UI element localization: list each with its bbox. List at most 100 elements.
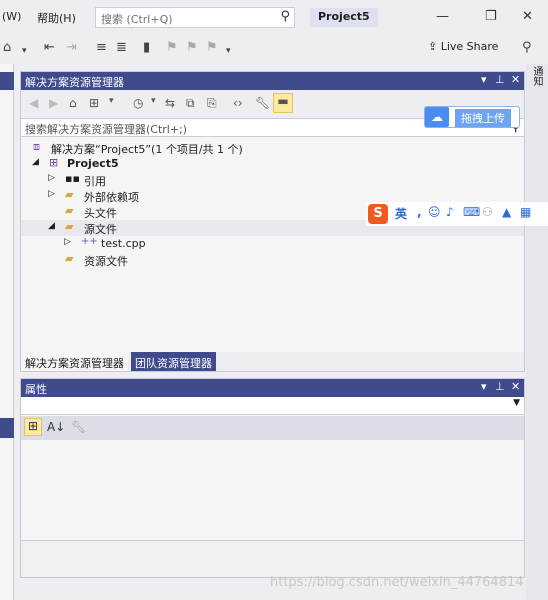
- ime-toolbar: S 英 , ☺ ♪ ⌨ ⚇ ▲ ▦: [366, 202, 548, 226]
- expand-arrow-icon[interactable]: ▷: [48, 189, 55, 199]
- tab-solution-explorer[interactable]: 解决方案资源管理器: [21, 352, 128, 371]
- pin-icon[interactable]: ⊥: [495, 73, 505, 86]
- toolbox-icon[interactable]: ▦: [520, 205, 531, 219]
- window-position-icon[interactable]: ▾: [481, 73, 487, 86]
- expand-arrow-icon[interactable]: ▷: [64, 237, 71, 247]
- explorer-tab-strip: 解决方案资源管理器 团队资源管理器: [21, 352, 524, 371]
- indent-icon[interactable]: ⇤: [44, 40, 55, 55]
- expand-arrow-icon[interactable]: ◢: [32, 157, 39, 167]
- minimize-icon[interactable]: —: [436, 9, 449, 24]
- punctuation-icon[interactable]: ,: [417, 205, 422, 219]
- properties-toolbar: ⊞ A↓ 🔧︎: [21, 416, 524, 440]
- outdent-icon[interactable]: ⇥: [66, 40, 77, 55]
- expand-arrow-icon[interactable]: ◢: [48, 221, 55, 231]
- cpp-file-icon: ++: [81, 236, 98, 247]
- comment-icon[interactable]: ≡: [96, 40, 107, 55]
- close-icon[interactable]: ✕: [511, 73, 520, 86]
- back-icon[interactable]: ◀: [29, 96, 38, 110]
- prev-bookmark-icon[interactable]: ⚑: [166, 40, 178, 55]
- view-code-icon[interactable]: ‹›: [233, 96, 243, 110]
- search-input[interactable]: 搜索 (Ctrl+Q) ⚲: [95, 7, 295, 28]
- sync-icon[interactable]: ⇆: [165, 96, 175, 110]
- tree-item-label: 资源文件: [84, 255, 128, 268]
- upload-widget[interactable]: ☁ 拖拽上传: [424, 106, 520, 128]
- property-pages-wrench-icon[interactable]: 🔧︎: [71, 420, 86, 434]
- properties-object-select[interactable]: ▼: [21, 397, 524, 415]
- bookmark-icon[interactable]: ▮: [143, 40, 150, 55]
- left-dock-header: [0, 72, 14, 90]
- chevron-down-icon[interactable]: ▾: [22, 46, 27, 56]
- user-icon[interactable]: ⚇: [482, 205, 493, 219]
- tree-item-label: 解决方案“Project5”(1 个项目/共 1 个): [51, 143, 243, 156]
- expand-arrow-icon[interactable]: ▷: [48, 173, 55, 183]
- search-icon[interactable]: ⚲: [280, 9, 290, 24]
- tree-item-label: 源文件: [84, 223, 117, 236]
- tree-item-project[interactable]: ◢ ⊞ Project5: [21, 156, 524, 172]
- tree-item-references[interactable]: ▷ ▪▪ 引用: [21, 172, 524, 188]
- collapse-all-icon[interactable]: ⧉: [186, 96, 195, 111]
- forward-icon[interactable]: ▶: [49, 96, 58, 110]
- watermark-text: https://blog.csdn.net/weixin_44764814: [270, 575, 524, 590]
- preview-selected-icon[interactable]: ▬: [273, 93, 293, 113]
- categorized-icon[interactable]: ⊞: [24, 418, 42, 436]
- solution-explorer-title: 解决方案资源管理器: [25, 76, 124, 89]
- uncomment-icon[interactable]: ≣: [116, 40, 127, 55]
- filter-folder-icon: ▰: [65, 204, 74, 217]
- solution-tree: ⧈ 解决方案“Project5”(1 个项目/共 1 个) ◢ ⊞ Projec…: [21, 138, 524, 352]
- emoji-icon[interactable]: ☺: [428, 205, 441, 219]
- tree-item-label: 外部依赖项: [84, 191, 139, 204]
- chevron-down-icon[interactable]: ▼: [513, 398, 520, 408]
- solution-explorer-header: 解决方案资源管理器 ▾ ⊥ ✕: [21, 72, 524, 90]
- project-title: Project5: [310, 8, 378, 27]
- close-icon[interactable]: ✕: [511, 380, 520, 393]
- solution-icon: ⧈: [33, 140, 40, 153]
- toolbar-overflow-icon[interactable]: ▾: [226, 46, 231, 56]
- pending-changes-icon[interactable]: ◷: [133, 96, 143, 110]
- menu-window[interactable]: (W): [2, 10, 21, 23]
- window-position-icon[interactable]: ▾: [481, 380, 487, 393]
- home-icon[interactable]: ⌂: [3, 40, 11, 55]
- cloud-icon: ☁: [425, 107, 449, 127]
- properties-header: 属性 ▾ ⊥ ✕: [21, 379, 524, 397]
- close-icon[interactable]: ✕: [522, 9, 533, 24]
- skin-icon[interactable]: ▲: [502, 205, 511, 219]
- keyboard-icon[interactable]: ⌨: [463, 205, 480, 219]
- next-bookmark-icon[interactable]: ⚑: [186, 40, 198, 55]
- upload-label: 拖拽上传: [455, 109, 511, 127]
- references-icon: ▪▪: [65, 172, 80, 185]
- properties-panel: 属性 ▾ ⊥ ✕ ▼ ⊞ A↓ 🔧︎: [20, 378, 525, 578]
- tree-item-resource-files[interactable]: ▰ 资源文件: [21, 252, 524, 268]
- ime-language-toggle[interactable]: 英: [395, 205, 407, 222]
- tree-item-solution[interactable]: ⧈ 解决方案“Project5”(1 个项目/共 1 个): [21, 140, 524, 156]
- folder-icon: ▰: [65, 188, 74, 201]
- share-icon: ⇪: [428, 40, 441, 53]
- restore-icon[interactable]: ❐: [485, 9, 497, 24]
- tab-team-explorer[interactable]: 团队资源管理器: [131, 352, 216, 371]
- chevron-down-icon[interactable]: ▾: [151, 96, 156, 106]
- clear-bookmarks-icon[interactable]: ⚑: [206, 40, 218, 55]
- feedback-icon[interactable]: ⚲: [522, 40, 532, 55]
- live-share-label: Live Share: [440, 40, 499, 53]
- left-dock-header-2: [0, 418, 14, 438]
- properties-wrench-icon[interactable]: 🔧︎: [255, 96, 270, 110]
- show-all-files-icon[interactable]: ⎘: [207, 96, 217, 111]
- properties-grid: [21, 440, 524, 540]
- filter-folder-icon: ▰: [65, 220, 74, 233]
- microphone-icon[interactable]: ♪: [446, 205, 454, 219]
- ime-logo-icon[interactable]: S: [368, 204, 388, 224]
- notifications-tab[interactable]: 通知: [530, 66, 544, 100]
- filter-folder-icon: ▰: [65, 252, 74, 265]
- tree-item-label: 引用: [84, 175, 106, 188]
- tree-item-test-cpp[interactable]: ▷ ++ test.cpp: [21, 236, 524, 252]
- alphabetical-icon[interactable]: A↓: [47, 420, 65, 434]
- home-icon[interactable]: ⌂: [69, 96, 77, 110]
- pin-icon[interactable]: ⊥: [495, 380, 505, 393]
- properties-description: [21, 540, 524, 577]
- search-placeholder: 搜索 (Ctrl+Q): [101, 13, 173, 26]
- menu-help[interactable]: 帮助(H): [37, 10, 76, 26]
- left-dock-strip: [0, 64, 14, 600]
- chevron-down-icon[interactable]: ▾: [109, 96, 114, 106]
- switch-views-icon[interactable]: ⊞: [89, 96, 99, 110]
- properties-title: 属性: [25, 383, 47, 396]
- live-share-button[interactable]: ⇪ Live Share: [428, 40, 498, 53]
